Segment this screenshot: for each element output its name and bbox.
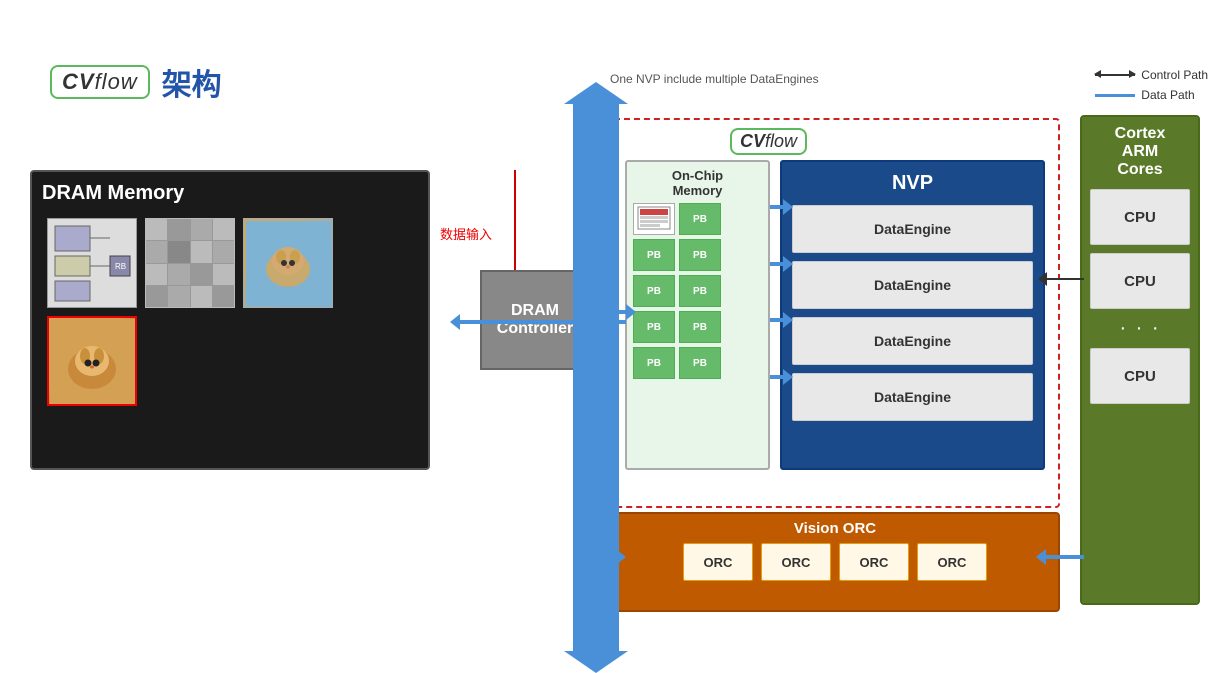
pb-row-4: PB PB [633,311,762,343]
pb-box-4: PB [633,275,675,307]
data-path-line [1095,94,1135,97]
on-chip-memory-title: On-ChipMemory [633,168,762,198]
dram-memory-title: DRAM Memory [42,182,418,205]
ctrl-arrow-arm-to-nvp-head [1038,272,1047,286]
pb-box-3: PB [679,239,721,271]
main-page: CVflow 架构 Control Path Data Path DRAM Me… [0,0,1228,656]
dots-indicator: · · · [1090,317,1190,340]
arm-to-orc-arrow [1044,555,1084,559]
dram-to-onchip-head [626,304,636,320]
nvp-blue-box: NVP DataEngine DataEngine DataEngine Dat… [780,160,1045,470]
arrow-down-head [564,651,628,673]
orc-arrow-head [616,549,626,565]
de-arrow-2 [770,262,785,266]
pb-box-7: PB [679,311,721,343]
control-path-line [1095,74,1135,76]
data-input-label: 数据输入 [440,224,492,243]
grid-image [145,218,235,308]
pb-row-3: PB PB [633,275,762,307]
nvp-title: NVP [792,172,1033,195]
orc-box-4: ORC [917,543,987,581]
dram-ctrl-arrow-left-head [450,314,460,330]
dram-to-onchip-arrow [593,310,628,314]
de-arrow-1-head [783,199,793,215]
dram-memory-block: DRAM Memory RB [30,170,430,470]
vision-orc-block: Vision ORC ORC ORC ORC ORC [610,512,1060,612]
data-engine-1: DataEngine [792,205,1033,253]
cpu-box-2: CPU [1090,253,1190,309]
orc-box-2: ORC [761,543,831,581]
legend: Control Path Data Path [1095,68,1208,102]
cpu-box-3: CPU [1090,348,1190,404]
pb-row-5: PB PB [633,347,762,379]
data-engine-4: DataEngine [792,373,1033,421]
pb-icon-box [633,203,675,235]
orc-box-1: ORC [683,543,753,581]
control-path-label: Control Path [1141,68,1208,82]
title-area: CVflow 架构 [50,60,222,104]
cortex-arm-block: CortexARMCores CPU CPU · · · CPU [1080,115,1200,605]
cvflow-logo-inner-container: CVflow [730,128,807,155]
data-engine-2: DataEngine [792,261,1033,309]
de-arrow-4 [770,375,785,379]
orc-box-3: ORC [839,543,909,581]
pb-row-1: PB [633,203,762,235]
cvflow-logo-inner: CVflow [730,128,807,155]
legend-data-path: Data Path [1095,88,1208,102]
dram-images-area: RB [42,213,418,411]
diagram-image: RB [47,218,137,308]
data-path-label: Data Path [1141,88,1194,102]
pb-box-special-2: PB [679,347,721,379]
pb-box-5: PB [679,275,721,307]
dram-ctrl-arrow-right [458,320,626,324]
de-arrow-4-head [783,369,793,385]
cortex-arm-title: CortexARMCores [1090,125,1190,179]
cat-image-1 [243,218,333,308]
orc-row: ORC ORC ORC ORC [622,543,1048,581]
de-arrow-3 [770,318,785,322]
nvp-outer-label: One NVP include multiple DataEngines [610,72,819,86]
de-arrow-3-head [783,312,793,328]
ctrl-arrow-arm-to-nvp [1046,278,1084,280]
orc-to-arrow-left [593,555,618,559]
svg-text:RB: RB [115,262,126,271]
de-arrow-2-head [783,256,793,272]
cv-text: CV [62,69,95,94]
vision-orc-title: Vision ORC [622,520,1048,537]
pb-box-1: PB [679,203,721,235]
flow-text: flow [95,69,138,94]
cvflow-logo-main: CVflow [50,65,150,99]
data-engine-3: DataEngine [792,317,1033,365]
title-chinese: 架构 [162,60,222,104]
main-data-arrow [573,100,619,655]
pb-box-6: PB [633,311,675,343]
de-arrow-1 [770,205,785,209]
pb-row-2: PB PB [633,239,762,271]
on-chip-memory-block: On-ChipMemory PB PB PB PB PB [625,160,770,470]
cat-image-2 [47,316,137,406]
arm-to-orc-head [1036,549,1046,565]
pb-box-2: PB [633,239,675,271]
pb-box-8: PB [633,347,675,379]
legend-control-path: Control Path [1095,68,1208,82]
arrow-up-head [564,82,628,104]
cpu-box-1: CPU [1090,189,1190,245]
